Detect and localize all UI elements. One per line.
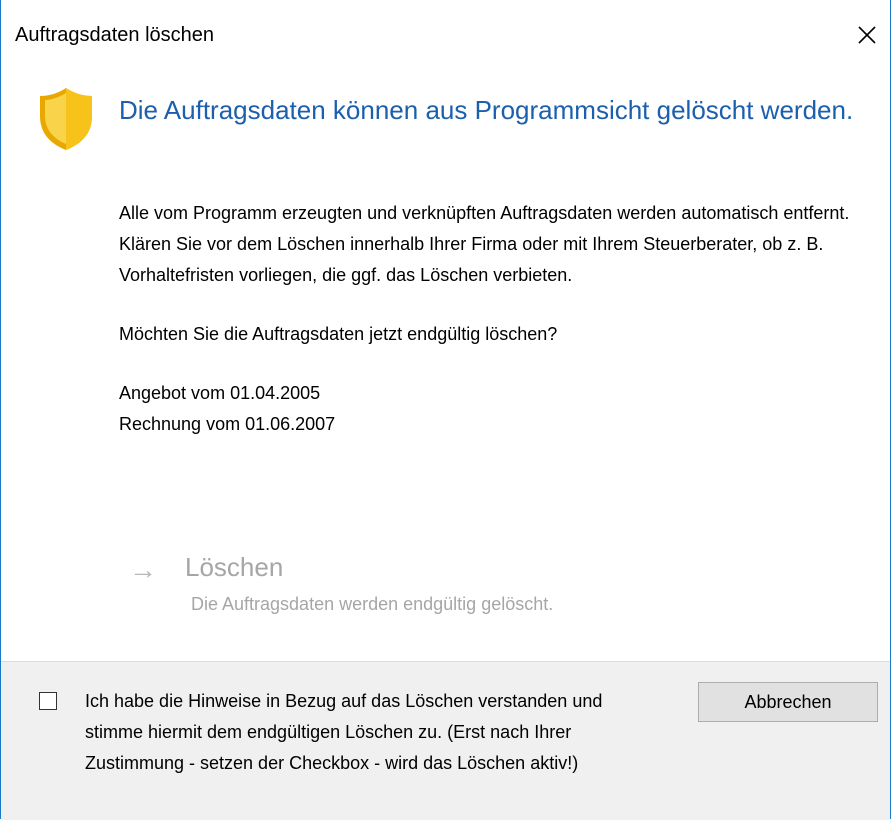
- cancel-button[interactable]: Abbrechen: [698, 682, 878, 722]
- consent-checkbox[interactable]: [39, 692, 57, 710]
- window-title: Auftragsdaten löschen: [15, 24, 215, 46]
- close-button[interactable]: [846, 14, 888, 56]
- dialog-headline: Die Auftragsdaten können aus Programmsic…: [119, 95, 854, 125]
- document-entry-offer: Angebot vom 01.04.2005: [119, 383, 321, 403]
- shield-warning-icon: [40, 88, 92, 150]
- confirmation-question: Möchten Sie die Auftragsdaten jetzt endg…: [119, 324, 558, 344]
- dialog-body: Alle vom Programm erzeugten und verknüpf…: [119, 198, 879, 440]
- delete-command-link[interactable]: → Löschen Die Auftragsdaten werden endgü…: [129, 550, 729, 630]
- consent-checkbox-label[interactable]: Ich habe die Hinweise in Bezug auf das L…: [85, 686, 625, 779]
- delete-order-data-dialog: Auftragsdaten löschen Die Auftragsdaten …: [0, 0, 891, 820]
- body-text-removal-info: Alle vom Programm erzeugten und verknüpf…: [119, 203, 850, 223]
- arrow-right-icon: →: [129, 554, 157, 585]
- close-icon: [858, 26, 876, 44]
- document-entry-invoice: Rechnung vom 01.06.2007: [119, 414, 336, 434]
- delete-command-title: Löschen: [185, 552, 284, 582]
- body-text-retention-warning: Klären Sie vor dem Löschen innerhalb Ihr…: [119, 234, 824, 285]
- dialog-footer: Ich habe die Hinweise in Bezug auf das L…: [1, 661, 890, 820]
- title-bar: Auftragsdaten löschen: [1, 0, 890, 74]
- delete-command-description: Die Auftragsdaten werden endgültig gelös…: [191, 594, 554, 614]
